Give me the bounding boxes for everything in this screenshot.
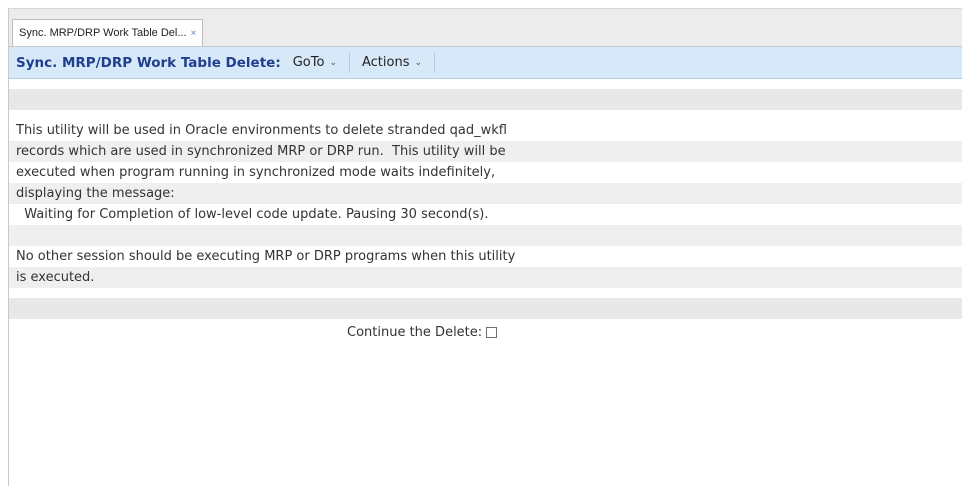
text-line: records which are used in synchronized M… [9, 141, 962, 162]
toolbar: Sync. MRP/DRP Work Table Delete: GoTo ⌄ … [9, 47, 962, 79]
shaded-row [9, 298, 962, 319]
tab-label: Sync. MRP/DRP Work Table Del... [19, 27, 187, 39]
text-line [9, 225, 962, 246]
spacer-row [9, 288, 962, 298]
actions-label: Actions [361, 55, 410, 70]
continue-delete-field: Continue the Delete: [9, 319, 962, 345]
content-area: This utility will be used in Oracle envi… [9, 79, 962, 345]
text-line: executed when program running in synchro… [16, 165, 496, 180]
spacer-row [9, 110, 962, 120]
tab-sync-mrp-drp[interactable]: Sync. MRP/DRP Work Table Del... × [12, 19, 204, 46]
menu-divider [434, 52, 436, 73]
chevron-down-icon: ⌄ [329, 57, 337, 68]
goto-menu[interactable]: GoTo ⌄ [281, 47, 349, 78]
spacer-row [9, 79, 962, 89]
text-line: This utility will be used in Oracle envi… [16, 123, 507, 138]
continue-delete-label: Continue the Delete: [347, 324, 483, 340]
close-icon[interactable]: × [191, 28, 197, 39]
chevron-down-icon: ⌄ [414, 57, 423, 68]
goto-label: GoTo [292, 55, 325, 70]
app-frame: Sync. MRP/DRP Work Table Del... × Sync. … [8, 8, 962, 486]
actions-menu[interactable]: Actions ⌄ [350, 47, 434, 78]
continue-delete-checkbox[interactable] [486, 326, 498, 338]
tab-strip: Sync. MRP/DRP Work Table Del... × [9, 9, 962, 47]
text-line: is executed. [9, 267, 962, 288]
text-line: Waiting for Completion of low-level code… [16, 207, 489, 222]
text-line: No other session should be executing MRP… [16, 249, 516, 264]
text-line: displaying the message: [9, 183, 962, 204]
shaded-row [9, 89, 962, 110]
page-title: Sync. MRP/DRP Work Table Delete: [16, 54, 281, 71]
